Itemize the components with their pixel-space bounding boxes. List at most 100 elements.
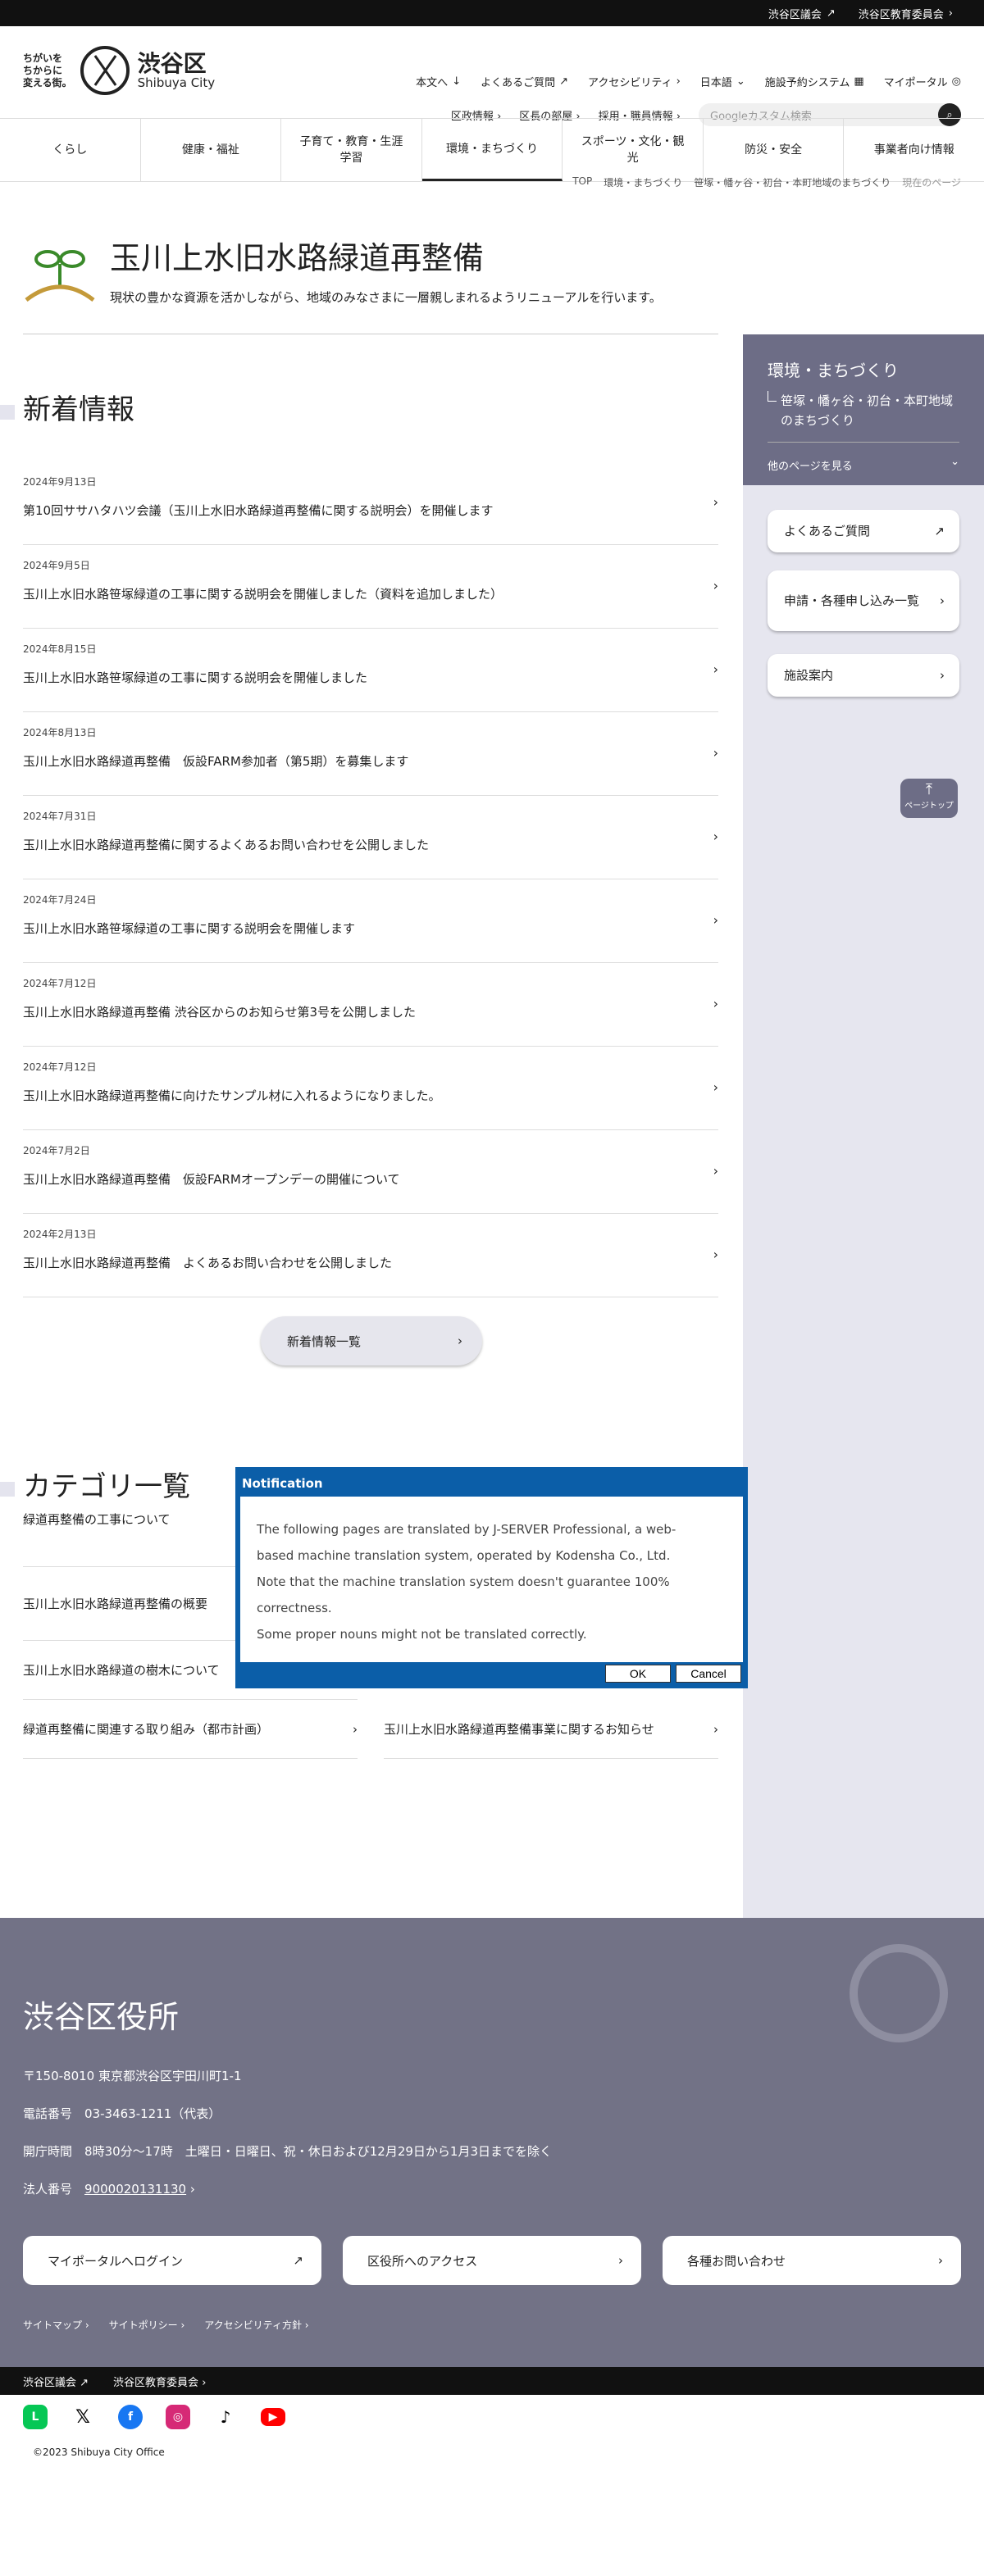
category-item[interactable]: 緑道再整備に関連する取り組み（都市計画） › — [23, 1700, 358, 1759]
sidebar-faq-button[interactable]: よくあるご質問 ↗ — [768, 510, 959, 552]
chevron-right-icon: › — [940, 593, 945, 608]
arrow-up-icon: ⤒ — [926, 781, 932, 798]
news-item[interactable]: 2024年7月12日 玉川上水旧水路緑道再整備に向けたサンプル材に入れるようになり… — [23, 1047, 718, 1130]
shibuya-emblem-icon — [850, 1944, 948, 2042]
chevron-right-icon: › — [713, 996, 718, 1011]
tiktok-icon[interactable]: ♪ — [213, 2405, 238, 2429]
arrow-down-icon: ↓ — [452, 75, 462, 88]
breadcrumb-top[interactable]: TOP — [572, 175, 592, 189]
accessibility-policy-link[interactable]: アクセシビリティ方針 › — [204, 2318, 308, 2332]
news-item[interactable]: 2024年9月13日 第10回ササハタハツ会議（玉川上水旧水路緑道再整備に関する説… — [23, 461, 718, 545]
gnav-item-living[interactable]: くらし — [0, 119, 141, 181]
sidebar-header: 環境・まちづくり 笹塚・幡ヶ谷・初台・本町地域のまちづくり 他のページを見る ⌄ — [743, 334, 984, 485]
news-item[interactable]: 2024年8月15日 玉川上水旧水路笹塚緑道の工事に関する説明会を開催しました › — [23, 629, 718, 712]
youtube-icon[interactable]: ▶ — [261, 2408, 285, 2426]
external-link-icon: ↗ — [293, 2253, 303, 2268]
footer-hours: 開庁時間 8時30分～17時 土曜日・日曜日、祝・休日および12月29日から1月… — [23, 2144, 553, 2159]
news-item[interactable]: 2024年2月13日 玉川上水旧水路緑道再整備 よくあるお問い合わせを公開しました… — [23, 1214, 718, 1297]
logo-name: 渋谷区 — [137, 50, 207, 77]
site-policy-link[interactable]: サイトポリシー › — [109, 2318, 185, 2332]
my-portal-login-button[interactable]: マイポータルへログイン ↗ — [23, 2236, 321, 2285]
gnav-item-environment[interactable]: 環境・まちづくり — [421, 119, 563, 181]
header-utility-nav: 本文へ ↓ よくあるご質問 ↗ アクセシビリティ › 日本語 ⌄ 施設予約システム ▦ マ… — [416, 74, 961, 89]
contact-button[interactable]: 各種お問い合わせ › — [663, 2236, 961, 2285]
news-list-button[interactable]: 新着情報一覧 › — [261, 1316, 482, 1365]
global-nav: くらし 健康・福祉 子育て・教育・生涯学習 環境・まちづくり スポーツ・文化・観… — [0, 118, 984, 182]
page-title: 玉川上水旧水路緑道再整備 — [110, 240, 485, 276]
news-list: 2024年9月13日 第10回ササハタハツ会議（玉川上水旧水路緑道再整備に関する説… — [23, 461, 718, 1297]
chevron-right-icon: › — [713, 661, 718, 677]
sidebar-subtitle[interactable]: 笹塚・幡ヶ谷・初台・本町地域のまちづくり — [768, 391, 959, 430]
instagram-icon[interactable]: ◎ — [166, 2405, 190, 2429]
chevron-right-icon: › — [353, 1721, 358, 1737]
chevron-right-icon: › — [676, 75, 681, 88]
skip-to-content-link[interactable]: 本文へ ↓ — [416, 74, 461, 89]
dialog-title: Notification — [239, 1470, 745, 1497]
main-content: 新着情報 2024年9月13日 第10回ササハタハツ会議（玉川上水旧水路緑道再整備… — [0, 334, 743, 1759]
news-item[interactable]: 2024年9月5日 玉川上水旧水路笹塚緑道の工事に関する説明会を開催しました（資料… — [23, 545, 718, 629]
cancel-button[interactable]: Cancel — [676, 1665, 741, 1683]
sidebar-more-toggle[interactable]: 他のページを見る ⌄ — [768, 442, 959, 473]
chevron-right-icon: › — [713, 745, 718, 761]
news-item[interactable]: 2024年7月2日 玉川上水旧水路緑道再整備 仮設FARMオープンデーの開催につい… — [23, 1130, 718, 1214]
breadcrumb: TOP 環境・まちづくり 笹塚・幡ヶ谷・初台・本町地域のまちづくり 現在のページ — [572, 175, 961, 189]
building-icon: ▦ — [854, 75, 864, 88]
sidebar-facilities-button[interactable]: 施設案内 › — [768, 654, 959, 697]
news-heading: 新着情報 — [0, 334, 743, 427]
corp-number-link[interactable]: 9000020131130 — [84, 2182, 186, 2197]
footer-phone: 電話番号 03-3463-1211（代表） — [23, 2106, 221, 2121]
gnav-item-safety[interactable]: 防災・安全 — [704, 119, 845, 181]
sidebar: 環境・まちづくり 笹塚・幡ヶ谷・初台・本町地域のまちづくり 他のページを見る ⌄ … — [743, 334, 984, 1918]
chevron-right-icon: › — [938, 2253, 943, 2268]
page-lead: 現状の豊かな資源を活かしながら、地域のみなさまに一層親しまれるようリニューアルを… — [110, 290, 662, 305]
chevron-right-icon: › — [940, 668, 945, 683]
sidebar-applications-button[interactable]: 申請・各種申し込み一覧 › — [768, 570, 959, 631]
external-link-icon: ↗ — [826, 7, 836, 20]
sidebar-title[interactable]: 環境・まちづくり — [768, 357, 959, 381]
news-item[interactable]: 2024年7月31日 玉川上水旧水路緑道再整備に関するよくあるお問い合わせを公開し… — [23, 796, 718, 879]
gnav-item-education[interactable]: 子育て・教育・生涯学習 — [281, 119, 422, 181]
chevron-right-icon: › — [618, 2253, 623, 2268]
language-select[interactable]: 日本語 ⌄ — [700, 74, 745, 89]
chevron-right-icon: › — [713, 1721, 718, 1737]
page-top-button[interactable]: ⤒ ページトップ — [900, 779, 958, 818]
council-link[interactable]: 渋谷区議会 ↗ — [768, 6, 836, 21]
my-portal-link[interactable]: マイポータル ◎ — [884, 74, 961, 89]
office-access-button[interactable]: 区役所へのアクセス › — [343, 2236, 641, 2285]
top-bar: 渋谷区議会 ↗ 渋谷区教育委員会 › — [0, 0, 984, 26]
bottom-education-link[interactable]: 渋谷区教育委員会 › — [113, 2374, 206, 2389]
breadcrumb-environment[interactable]: 環境・まちづくり — [604, 175, 682, 189]
chevron-right-icon: › — [713, 1163, 718, 1179]
footer-address: 〒150-8010 東京都渋谷区宇田川町1-1 — [23, 2069, 242, 2083]
sitemap-link[interactable]: サイトマップ › — [23, 2318, 89, 2332]
news-item[interactable]: 2024年7月12日 玉川上水旧水路緑道再整備 渋谷区からのお知らせ第3号を公開し… — [23, 963, 718, 1047]
logo-name-en: Shibuya City — [137, 75, 216, 90]
gnav-item-business[interactable]: 事業者向け情報 — [844, 119, 984, 181]
accessibility-link[interactable]: アクセシビリティ › — [588, 74, 681, 89]
facility-booking-link[interactable]: 施設予約システム ▦ — [765, 74, 864, 89]
logo-tagline: ちがいを ちからに 変える街。 — [23, 52, 72, 89]
bottom-council-link[interactable]: 渋谷区議会 ↗ — [23, 2374, 89, 2389]
social-links: L 𝕏 f ◎ ♪ ▶ — [23, 2405, 285, 2429]
site-header: ちがいを ちからに 変える街。 渋谷区 Shibuya City 本文へ ↓ よく… — [0, 26, 984, 126]
chevron-right-icon: › — [948, 7, 953, 20]
gnav-item-health[interactable]: 健康・福祉 — [141, 119, 282, 181]
education-board-link[interactable]: 渋谷区教育委員会 › — [859, 6, 953, 21]
facebook-icon[interactable]: f — [118, 2405, 143, 2429]
news-item[interactable]: 2024年8月13日 玉川上水旧水路緑道再整備 仮設FARM参加者（第5期）を募集… — [23, 712, 718, 796]
news-item[interactable]: 2024年7月24日 玉川上水旧水路笹塚緑道の工事に関する説明会を開催します › — [23, 879, 718, 963]
line-icon[interactable]: L — [23, 2405, 48, 2429]
category-item[interactable]: 玉川上水旧水路緑道再整備事業に関するお知らせ › — [384, 1700, 718, 1759]
dialog-message: The following pages are translated by J-… — [239, 1497, 745, 1665]
gnav-item-sports[interactable]: スポーツ・文化・観光 — [563, 119, 704, 181]
chevron-right-icon: › — [713, 1079, 718, 1095]
footer-corp-number: 法人番号 9000020131130 › — [23, 2182, 195, 2197]
translation-notification-dialog: Notification The following pages are tra… — [235, 1467, 748, 1688]
chevron-right-icon: › — [713, 578, 718, 593]
faq-link[interactable]: よくあるご質問 ↗ — [481, 74, 568, 89]
site-logo[interactable]: ちがいを ちからに 変える街。 渋谷区 Shibuya City — [23, 46, 215, 95]
external-link-icon: ↗ — [559, 75, 569, 88]
ok-button[interactable]: OK — [605, 1665, 671, 1683]
breadcrumb-area[interactable]: 笹塚・幡ヶ谷・初台・本町地域のまちづくり — [694, 175, 891, 189]
x-icon[interactable]: 𝕏 — [71, 2405, 95, 2429]
